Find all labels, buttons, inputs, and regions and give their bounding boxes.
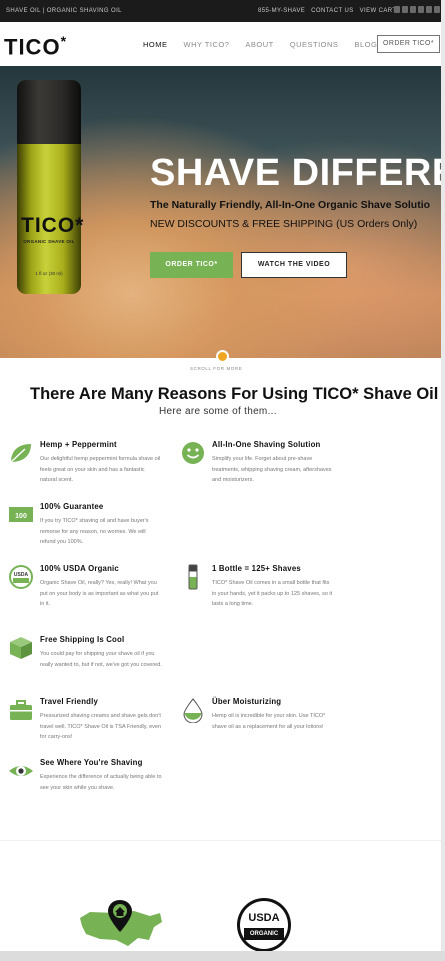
view-cart-link[interactable]: VIEW CART <box>360 8 397 14</box>
feature-text: Experience the difference of actually be… <box>40 774 162 791</box>
phone-link[interactable]: 855-MY-SHAVE <box>258 8 305 14</box>
feature-title: 100% USDA Organic <box>40 564 119 573</box>
top-links: 855-MY-SHAVE CONTACT US VIEW CART <box>258 8 396 14</box>
site-tagline: SHAVE OIL | ORGANIC SHAVING OIL <box>6 8 122 14</box>
nav-item-blog[interactable]: BLOG <box>354 40 377 49</box>
feature-see-where: See Where You're Shaving Experience the … <box>8 758 168 818</box>
feature-all-in-one: All-In-One Shaving Solution Simplify you… <box>180 440 340 500</box>
site-logo[interactable]: TICO* <box>4 33 67 60</box>
bottle-label: ORGANIC SHAVE OIL <box>23 239 75 244</box>
section-divider <box>0 840 441 841</box>
twitter-icon[interactable] <box>402 6 408 13</box>
page-scrollbar[interactable] <box>441 0 445 961</box>
instagram-icon[interactable] <box>418 6 424 13</box>
order-tico-button[interactable]: ORDER TICO* <box>150 252 233 278</box>
usda-organic-badge: USDA ORGANIC <box>237 898 291 952</box>
contact-us-link[interactable]: CONTACT US <box>311 8 353 14</box>
hero-title: SHAVE DIFFERE <box>150 152 441 194</box>
suitcase-icon <box>10 700 32 720</box>
feature-hemp-peppermint: Hemp + Peppermint Our delightful hemp pe… <box>8 440 168 500</box>
bottle-cap <box>17 80 81 144</box>
hero-banner: TICO* ORGANIC SHAVE OIL 1 fl oz (30 ml) … <box>0 66 441 358</box>
usda-badge-inner <box>240 901 288 949</box>
facebook-icon[interactable] <box>394 6 400 13</box>
pinterest-icon[interactable] <box>426 6 432 13</box>
feature-text: If you try TICO* shaving oil and have bu… <box>40 518 149 545</box>
social-icons <box>394 6 440 13</box>
main-nav: HOME WHY TICO? ABOUT QUESTIONS BLOG <box>143 40 393 49</box>
feature-text: Hemp oil is incredible for your skin. Us… <box>212 713 326 730</box>
eye-icon <box>9 766 33 776</box>
reasons-heading: There Are Many Reasons For Using TICO* S… <box>30 385 439 403</box>
feature-guarantee: 100 100% Guarantee If you try TICO* shav… <box>8 502 168 562</box>
top-bar: SHAVE OIL | ORGANIC SHAVING OIL 855-MY-S… <box>0 0 441 22</box>
usa-home-map-icon <box>80 900 162 946</box>
feature-free-shipping: Free Shipping Is Cool You could pay for … <box>8 635 168 695</box>
main-header: TICO* HOME WHY TICO? ABOUT QUESTIONS BLO… <box>0 22 441 66</box>
nav-order-button[interactable]: ORDER TICO* <box>377 35 440 53</box>
feature-title: Hemp + Peppermint <box>40 440 117 449</box>
bottle-volume: 1 fl oz (30 ml) <box>35 271 63 276</box>
feature-title: Über Moisturizing <box>212 697 282 706</box>
hero-subtitle: The Naturally Friendly, All-In-One Organ… <box>150 199 431 211</box>
feature-text: Our delightful hemp peppermint formula s… <box>40 456 161 483</box>
feature-title: All-In-One Shaving Solution <box>212 440 321 449</box>
watch-video-button[interactable]: WATCH THE VIDEO <box>241 252 347 278</box>
scroll-for-more-icon[interactable] <box>216 350 229 363</box>
feature-title: Travel Friendly <box>40 697 99 706</box>
bottle-icon <box>188 564 198 590</box>
feature-travel-friendly: Travel Friendly Pressurized shaving crea… <box>8 697 168 757</box>
feature-125-shaves: 1 Bottle = 125+ Shaves TICO* Shave Oil c… <box>180 564 340 626</box>
svg-text:USDA: USDA <box>14 572 29 578</box>
nav-item-why-tico[interactable]: WHY TICO? <box>184 40 230 49</box>
usda-organic-icon: USDA <box>9 565 33 589</box>
logo-mark: * <box>60 33 68 49</box>
feature-text: You could pay for shipping your shave oi… <box>40 651 162 668</box>
email-icon[interactable] <box>434 6 440 13</box>
hero-promo: NEW DISCOUNTS & FREE SHIPPING (US Orders… <box>150 218 418 230</box>
feature-title: 1 Bottle = 125+ Shaves <box>212 564 301 573</box>
feature-title: 100% Guarantee <box>40 502 104 511</box>
box-icon <box>10 637 32 659</box>
feature-text: Pressurized shaving creams and shave gel… <box>40 713 162 740</box>
feature-text: TICO* Shave Oil comes in a small bottle … <box>212 580 333 607</box>
bottom-scrollbar[interactable] <box>0 951 445 961</box>
feature-title: See Where You're Shaving <box>40 758 143 767</box>
feature-usda-organic: USDA 100% USDA Organic Organic Shave Oil… <box>8 564 168 626</box>
leaf-icon <box>10 444 31 463</box>
logo-text: TICO <box>4 34 61 60</box>
bottle-logo: TICO* <box>21 214 85 237</box>
nav-item-about[interactable]: ABOUT <box>245 40 273 49</box>
usda-badge-text-bottom: ORGANIC <box>244 928 284 940</box>
nav-item-home[interactable]: HOME <box>143 40 168 49</box>
reasons-subheading: Here are some of them... <box>159 406 277 417</box>
money-icon: 100 <box>9 507 33 522</box>
droplet-icon <box>183 698 203 723</box>
feature-title: Free Shipping Is Cool <box>40 635 125 644</box>
scroll-for-more-label: SCROLL FOR MORE <box>190 366 243 371</box>
svg-text:100: 100 <box>15 513 27 520</box>
feature-text: Organic Shave Oil, really? Yes, really! … <box>40 580 159 607</box>
feature-text: Simplify your life. Forget about pre-sha… <box>212 456 332 483</box>
feature-uber-moisturizing: Über Moisturizing Hemp oil is incredible… <box>180 697 340 757</box>
smiley-icon <box>182 442 204 464</box>
youtube-icon[interactable] <box>410 6 416 13</box>
nav-item-questions[interactable]: QUESTIONS <box>290 40 339 49</box>
usda-badge-text-top: USDA <box>248 912 280 924</box>
